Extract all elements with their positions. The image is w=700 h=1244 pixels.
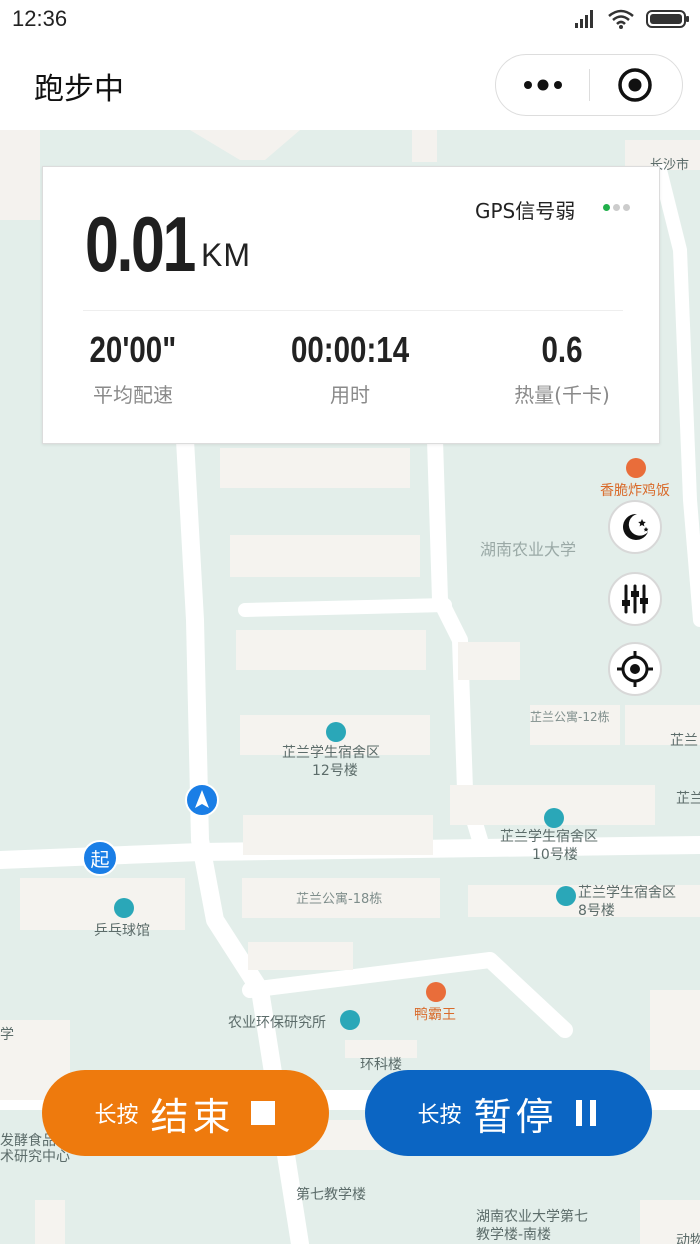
restaurant-poi-icon[interactable] — [626, 458, 646, 478]
dormitory-poi-icon[interactable] — [556, 886, 576, 906]
locate-icon — [617, 651, 653, 687]
duration-value: 00:00:14 — [290, 329, 410, 370]
map-label: 芷兰学生宿舍区 — [500, 829, 598, 845]
gps-dot — [603, 204, 610, 211]
run-stats-card: 0.01 KM GPS信号弱 20'00" 平均配速 00:00:14 用时 0… — [42, 166, 660, 444]
map-label: 学 — [0, 1027, 14, 1043]
map-label: 芷兰 — [676, 791, 700, 807]
duration-stat: 00:00:14 用时 — [250, 329, 450, 408]
target-icon[interactable] — [617, 67, 653, 103]
restaurant-poi-icon[interactable] — [426, 982, 446, 1002]
pace-value: 20'00" — [89, 329, 177, 370]
map-label: 芷兰公寓-12栋 — [530, 710, 610, 724]
dormitory-poi-icon[interactable] — [326, 722, 346, 742]
battery-icon — [646, 10, 689, 28]
status-bar: 12:36 — [0, 0, 700, 40]
card-divider — [83, 310, 623, 311]
gps-dot — [623, 204, 630, 211]
calories-value: 0.6 — [541, 329, 583, 370]
start-marker[interactable]: 起 — [82, 840, 118, 876]
locate-button[interactable] — [608, 642, 662, 696]
long-press-end-button[interactable]: 长按 结束 — [42, 1070, 329, 1156]
map-label: 12号楼 — [312, 763, 358, 779]
night-mode-button[interactable] — [608, 500, 662, 554]
status-icons — [574, 9, 690, 29]
stop-icon — [250, 1101, 275, 1125]
map-label: 芷兰学生宿舍区 — [282, 745, 380, 761]
navigation-arrow-icon — [185, 783, 219, 817]
map-label: 湖南农业大学第七 — [476, 1209, 588, 1225]
dormitory-poi-icon[interactable] — [544, 808, 564, 828]
map-label: 鸭霸王 — [414, 1007, 456, 1023]
map-label: 10号楼 — [532, 847, 578, 863]
capsule-divider — [589, 69, 590, 101]
start-marker-label: 起 — [90, 848, 110, 871]
miniprogram-capsule — [495, 54, 683, 116]
institute-poi-icon[interactable] — [340, 1010, 360, 1030]
map-label: 香脆炸鸡饭 — [600, 483, 670, 499]
sports-poi-icon[interactable] — [114, 898, 134, 918]
wifi-icon — [608, 9, 634, 29]
settings-button[interactable] — [608, 572, 662, 626]
pace-label: 平均配速 — [93, 383, 173, 407]
map-label: 农业环保研究所 — [228, 1015, 326, 1031]
gps-status: GPS信号弱 — [475, 199, 576, 223]
map-label: 芷兰 — [670, 733, 698, 749]
calories-label: 热量(千卡) — [514, 383, 610, 407]
gps-dot — [613, 204, 620, 211]
distance-value: 0.01 — [85, 200, 196, 288]
calories-stat: 0.6 热量(千卡) — [462, 329, 662, 408]
signal-icon — [575, 10, 593, 28]
settings-icon — [622, 584, 648, 614]
map-label: 芷兰学生宿舍区 — [578, 885, 676, 901]
map-label: 教学楼-南楼 — [476, 1227, 552, 1243]
map-label: 湖南农业大学 — [480, 540, 577, 559]
more-icon[interactable] — [520, 73, 566, 97]
distance-unit: KM — [201, 237, 251, 273]
map-label: 乒乓球馆 — [94, 923, 150, 939]
pace-stat: 20'00" 平均配速 — [33, 329, 233, 408]
long-press-pause-button[interactable]: 长按 暂停 — [365, 1070, 652, 1156]
map-label: 芷兰公寓-18栋 — [296, 892, 383, 907]
map-label: 8号楼 — [578, 903, 615, 919]
end-label: 结束 — [150, 1094, 235, 1139]
map-label: 术研究中心 — [0, 1149, 70, 1165]
map-label: 动物 — [676, 1233, 700, 1244]
pause-icon — [575, 1100, 596, 1126]
gps-signal-indicator — [603, 204, 630, 211]
night-mode-icon — [623, 513, 649, 540]
page-title: 跑步中 — [34, 72, 124, 107]
status-time: 12:36 — [12, 6, 68, 31]
title-bar: 跑步中 — [0, 40, 700, 130]
end-hint: 长按 — [94, 1103, 139, 1128]
pause-hint: 长按 — [417, 1103, 462, 1128]
map-label: 第七教学楼 — [296, 1187, 366, 1203]
duration-label: 用时 — [330, 383, 370, 407]
pause-label: 暂停 — [473, 1094, 558, 1139]
